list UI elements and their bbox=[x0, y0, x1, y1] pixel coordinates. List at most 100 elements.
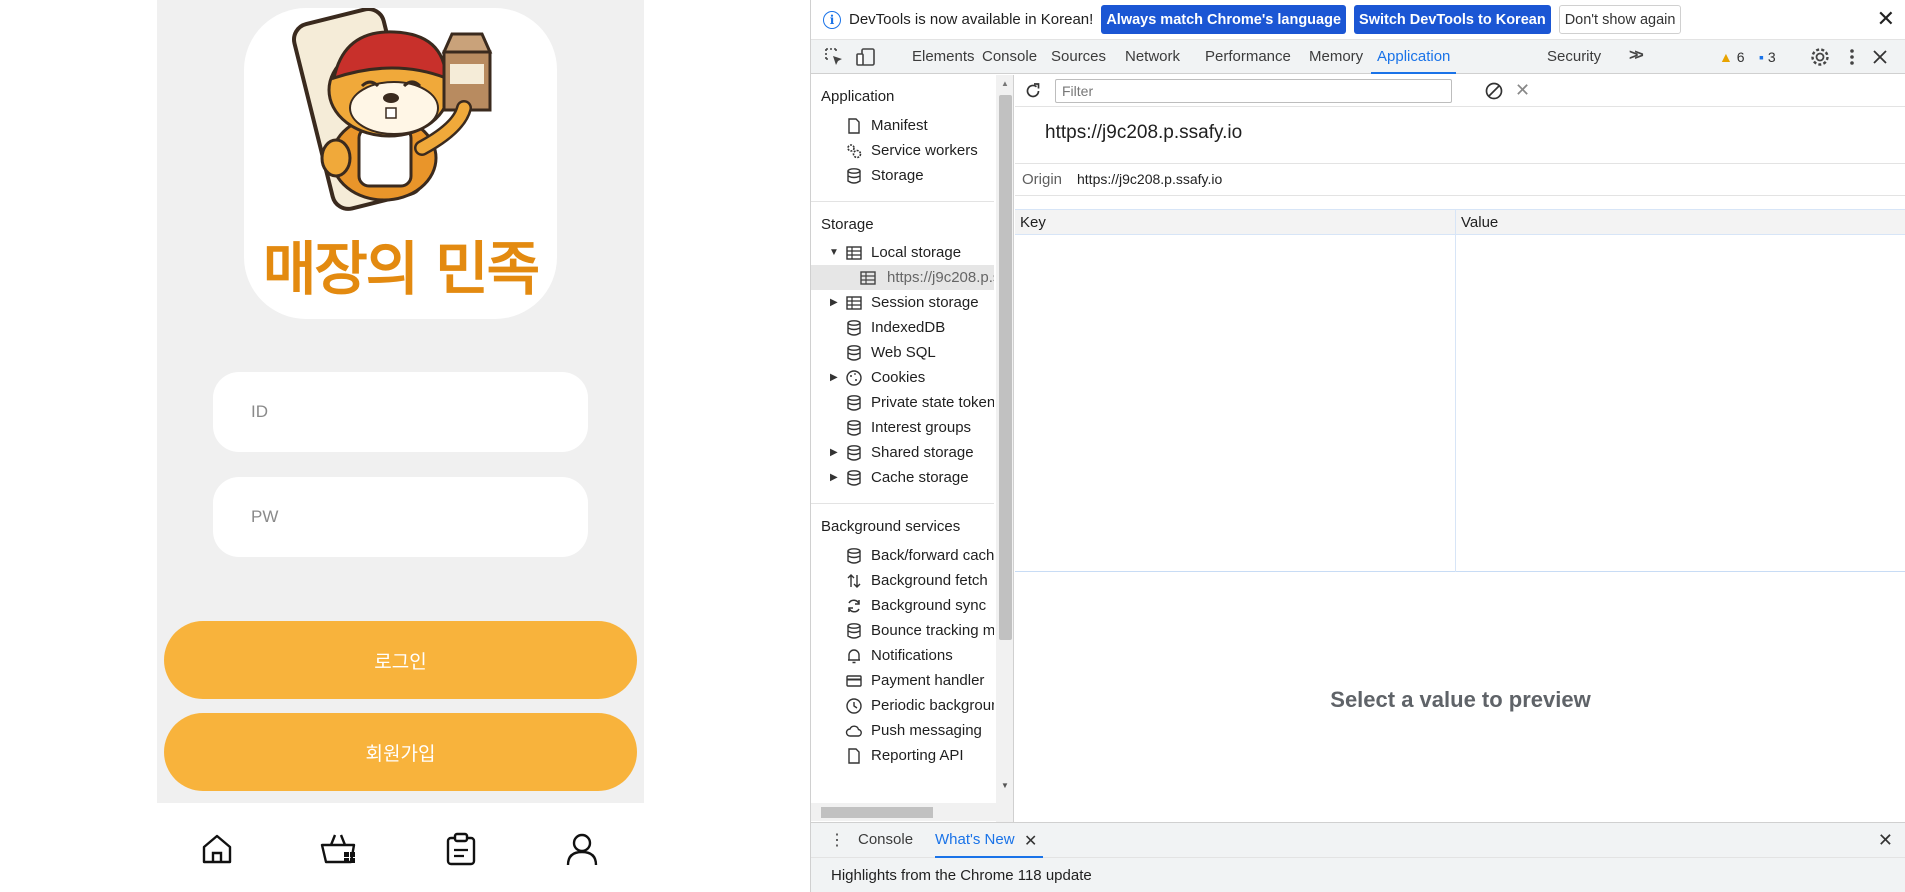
expanded-arrow-icon[interactable]: ▼ bbox=[829, 247, 839, 258]
tab-network[interactable]: Network bbox=[1125, 40, 1180, 74]
close-tab-icon[interactable]: ✕ bbox=[1024, 831, 1037, 851]
sidebar-scroll-thumb[interactable] bbox=[999, 95, 1012, 640]
delete-selected-icon[interactable]: ✕ bbox=[1515, 80, 1530, 101]
bottom-navigation bbox=[157, 803, 644, 892]
database-icon bbox=[847, 622, 861, 639]
whats-new-content: Highlights from the Chrome 118 update bbox=[831, 867, 1092, 884]
sidebar-item-payment-handler[interactable]: Payment handler bbox=[811, 668, 994, 693]
home-icon bbox=[202, 834, 232, 864]
application-sidebar: Application Manifest Service workers Sto… bbox=[811, 75, 1014, 822]
signup-button[interactable]: 회원가입 bbox=[164, 713, 637, 791]
login-button[interactable]: 로그인 bbox=[164, 621, 637, 699]
local-storage-pane: ✕ https://j9c208.p.ssafy.io Origin https… bbox=[1015, 75, 1905, 822]
sidebar-item-private-state-tokens[interactable]: Private state tokens bbox=[811, 390, 994, 415]
drawer-menu-icon[interactable]: ⋮ bbox=[829, 830, 845, 850]
tab-sources[interactable]: Sources bbox=[1051, 40, 1106, 74]
profile-icon bbox=[566, 833, 598, 866]
refresh-icon[interactable] bbox=[1023, 81, 1043, 101]
table-header: Key Value bbox=[1015, 209, 1905, 235]
sidebar-item-local-storage-origin[interactable]: https://j9c208.p.ssafy.io bbox=[811, 265, 994, 290]
tab-console[interactable]: Console bbox=[982, 40, 1037, 74]
sidebar-item-periodic-background-sync[interactable]: Periodic background sync bbox=[811, 693, 994, 718]
sidebar-item-interest-groups[interactable]: Interest groups bbox=[811, 415, 994, 440]
filter-input[interactable] bbox=[1055, 79, 1452, 103]
infobar-message: DevTools is now available in Korean! bbox=[849, 11, 1094, 28]
sidebar-item-push-messaging[interactable]: Push messaging bbox=[811, 718, 994, 743]
sidebar-item-cache-storage[interactable]: ▶ Cache storage bbox=[811, 465, 994, 490]
database-icon bbox=[847, 394, 861, 411]
tab-elements[interactable]: Elements bbox=[912, 40, 975, 74]
sync-icon bbox=[848, 598, 860, 613]
database-icon bbox=[847, 344, 861, 361]
nav-orders[interactable] bbox=[441, 829, 481, 869]
sidebar-item-shared-storage[interactable]: ▶ Shared storage bbox=[811, 440, 994, 465]
collapsed-arrow-icon[interactable]: ▶ bbox=[830, 472, 840, 483]
sidebar-item-indexeddb[interactable]: IndexedDB bbox=[811, 315, 994, 340]
login-screen: 매장의 민족 로그인 회원가입 bbox=[157, 0, 644, 803]
column-header-key[interactable]: Key bbox=[1020, 214, 1046, 231]
dont-show-again-button[interactable]: Don't show again bbox=[1558, 5, 1682, 34]
match-language-button[interactable]: Always match Chrome's language bbox=[1101, 5, 1347, 34]
tab-security[interactable]: Security bbox=[1547, 40, 1601, 74]
settings-gear-icon[interactable] bbox=[1809, 46, 1831, 68]
sidebar-item-background-fetch[interactable]: Background fetch bbox=[811, 568, 994, 593]
collapsed-arrow-icon[interactable]: ▶ bbox=[830, 297, 840, 308]
cloud-icon bbox=[845, 725, 862, 737]
sidebar-item-back-forward-cache[interactable]: Back/forward cache bbox=[811, 543, 994, 568]
close-devtools-icon[interactable] bbox=[1869, 46, 1891, 68]
warnings-badge[interactable]: ▲ 6 bbox=[1719, 49, 1745, 65]
gears-icon bbox=[847, 143, 862, 158]
sidebar-divider bbox=[811, 503, 994, 504]
switch-korean-button[interactable]: Switch DevTools to Korean bbox=[1354, 5, 1551, 34]
clear-all-icon[interactable] bbox=[1484, 81, 1504, 101]
sidebar-item-storage[interactable]: Storage bbox=[811, 163, 994, 188]
table-icon bbox=[846, 245, 862, 260]
sidebar-item-session-storage[interactable]: ▶ Session storage bbox=[811, 290, 994, 315]
more-tabs-icon[interactable]: >> bbox=[1629, 47, 1644, 65]
infobar-close-icon[interactable]: ✕ bbox=[1877, 8, 1895, 30]
collapsed-arrow-icon[interactable]: ▶ bbox=[830, 447, 840, 458]
column-divider[interactable] bbox=[1455, 209, 1456, 572]
sidebar-horizontal-scrollbar[interactable] bbox=[811, 803, 996, 821]
key-value-table[interactable]: Key Value bbox=[1015, 209, 1905, 572]
sidebar-item-manifest[interactable]: Manifest bbox=[811, 113, 994, 138]
collapsed-arrow-icon[interactable]: ▶ bbox=[830, 372, 840, 383]
credit-card-icon bbox=[846, 674, 862, 687]
messages-badge[interactable]: ▪ 3 bbox=[1759, 49, 1776, 65]
sidebar-item-service-workers[interactable]: Service workers bbox=[811, 138, 994, 163]
tab-performance[interactable]: Performance bbox=[1205, 40, 1291, 74]
more-options-icon[interactable] bbox=[1841, 46, 1863, 68]
mobile-app-viewport: 매장의 민족 로그인 회원가입 bbox=[0, 0, 810, 892]
close-drawer-icon[interactable]: ✕ bbox=[1878, 830, 1893, 851]
sidebar-hscroll-thumb[interactable] bbox=[821, 807, 933, 818]
sidebar-item-bounce-tracking[interactable]: Bounce tracking mitigations bbox=[811, 618, 994, 643]
document-icon bbox=[848, 117, 860, 134]
table-icon bbox=[860, 270, 876, 285]
sidebar-item-background-sync[interactable]: Background sync bbox=[811, 593, 994, 618]
origin-label: Origin bbox=[1022, 171, 1063, 188]
chipmunk-mascot-icon bbox=[292, 8, 493, 211]
sidebar-item-notifications[interactable]: Notifications bbox=[811, 643, 994, 668]
drawer-tab-console[interactable]: Console bbox=[858, 823, 913, 858]
up-down-arrows-icon bbox=[847, 573, 861, 588]
sidebar-item-cookies[interactable]: ▶ Cookies bbox=[811, 365, 994, 390]
password-input[interactable] bbox=[213, 477, 588, 557]
scroll-down-arrow-icon[interactable]: ▼ bbox=[1001, 781, 1009, 790]
nav-shop[interactable] bbox=[319, 829, 359, 869]
sidebar-item-reporting-api[interactable]: Reporting API bbox=[811, 743, 994, 768]
scroll-up-arrow-icon[interactable]: ▲ bbox=[1001, 79, 1009, 88]
tab-application[interactable]: Application bbox=[1371, 40, 1457, 74]
tab-memory[interactable]: Memory bbox=[1309, 40, 1363, 74]
device-toolbar-icon[interactable] bbox=[855, 46, 877, 68]
nav-profile[interactable] bbox=[562, 829, 602, 869]
devtools-drawer: ⋮ Console What's New ✕ ✕ Highlights from… bbox=[811, 822, 1905, 892]
sidebar-vertical-scrollbar[interactable]: ▲ ▼ bbox=[996, 75, 1013, 822]
id-input[interactable] bbox=[213, 372, 588, 452]
inspect-element-icon[interactable] bbox=[823, 46, 845, 68]
sidebar-item-local-storage[interactable]: ▼ Local storage bbox=[811, 240, 994, 265]
sidebar-divider bbox=[811, 201, 994, 202]
sidebar-item-web-sql[interactable]: Web SQL bbox=[811, 340, 994, 365]
nav-home[interactable] bbox=[197, 829, 237, 869]
info-icon: i bbox=[823, 10, 841, 29]
column-header-value[interactable]: Value bbox=[1461, 214, 1498, 231]
